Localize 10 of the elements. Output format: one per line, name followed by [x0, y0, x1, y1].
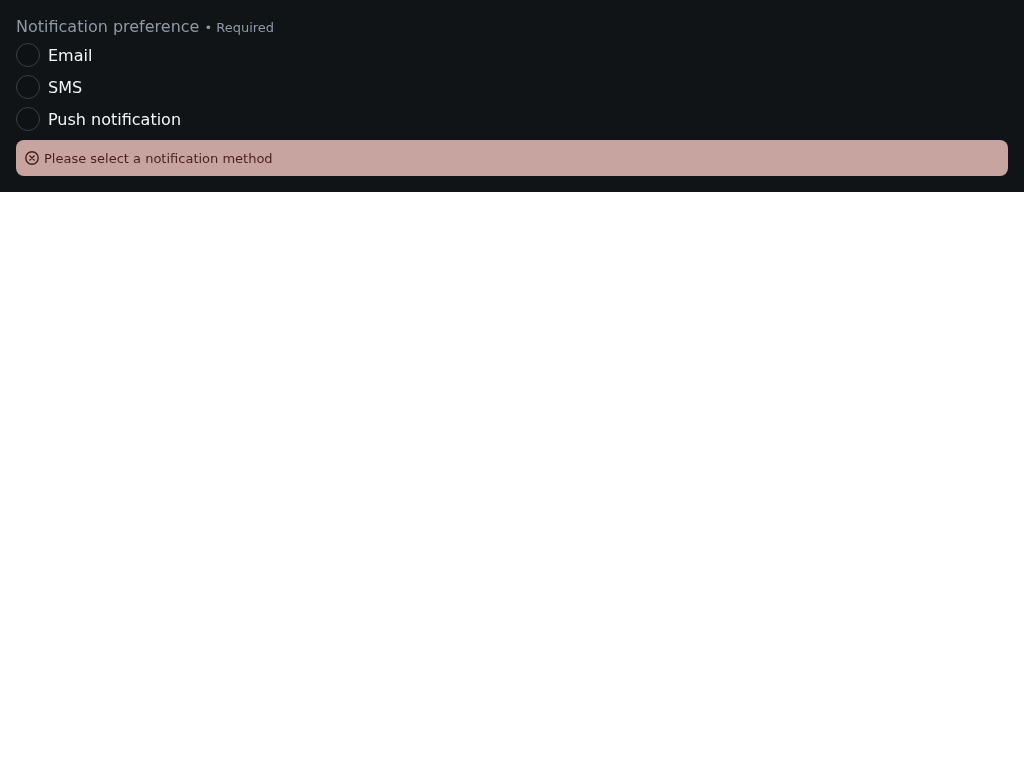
radio-label[interactable]: SMS — [48, 77, 83, 97]
error-text: Please select a notification method — [44, 150, 273, 166]
radio-button[interactable] — [16, 75, 40, 99]
radio-label[interactable]: Push notification — [48, 109, 182, 129]
radio-label[interactable]: Email — [48, 45, 93, 65]
error-icon — [25, 151, 39, 165]
required-note: • Required — [204, 19, 275, 37]
field-label: Notification preference — [16, 16, 200, 38]
radio-button[interactable] — [16, 43, 40, 67]
radio-button[interactable] — [16, 107, 40, 131]
